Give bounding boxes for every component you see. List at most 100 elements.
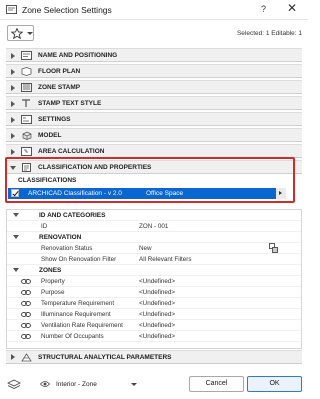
property-value[interactable]: <Undefined> [139, 333, 175, 340]
panel-label: ZONE STAMP [38, 84, 81, 91]
link-icon [21, 323, 31, 328]
ok-button[interactable]: OK [247, 376, 302, 392]
property-row[interactable]: Property <Undefined> [7, 276, 301, 287]
panel-structural-analytical[interactable]: STRUCTURAL ANALYTICAL PARAMETERS [6, 350, 302, 364]
selection-count: Selected: 1 Editable: 1 [236, 30, 302, 37]
property-group[interactable]: RENOVATION [7, 232, 301, 243]
text-style-icon [22, 99, 30, 107]
structural-icon [21, 353, 32, 362]
property-value[interactable]: <Undefined> [139, 289, 175, 296]
settings-icon [21, 115, 32, 124]
property-row[interactable]: Purpose <Undefined> [7, 287, 301, 298]
chevron-right-icon [11, 354, 15, 360]
property-row[interactable]: Ventilation Rate Requirement <Undefined> [7, 320, 301, 331]
classification-system: ARCHICAD Classification - v 2.0 [28, 190, 122, 197]
link-icon [21, 301, 31, 306]
area-calc-icon [21, 147, 32, 156]
panel-label: AREA CALCULATION [38, 148, 105, 155]
classification-row[interactable]: ARCHICAD Classification - v 2.0 Office S… [8, 188, 286, 199]
panel-label: FLOOR PLAN [38, 68, 81, 75]
chevron-right-icon [11, 53, 15, 59]
property-name: Purpose [41, 289, 65, 296]
zone-stamp-icon [21, 83, 32, 92]
property-value[interactable]: ZON - 001 [139, 223, 168, 230]
help-button[interactable]: ? [261, 4, 266, 14]
property-row[interactable]: Renovation Status New [7, 243, 301, 254]
chevron-down-icon [13, 213, 19, 217]
property-group[interactable]: ZONES [7, 265, 301, 276]
panel-label: MODEL [38, 132, 62, 139]
toolbar: Selected: 1 Editable: 1 [0, 20, 308, 46]
title-bar: Zone Selection Settings ? ✕ [0, 0, 308, 20]
chevron-right-icon [11, 101, 15, 107]
panel-label: STRUCTURAL ANALYTICAL PARAMETERS [38, 354, 172, 361]
window-title: Zone Selection Settings [22, 5, 112, 15]
property-name: Temperature Requirement [41, 300, 115, 307]
property-row[interactable]: Temperature Requirement <Undefined> [7, 298, 301, 309]
chevron-right-icon [11, 117, 15, 123]
panel-settings[interactable]: SETTINGS [6, 112, 302, 126]
property-name: Show On Renovation Filter [41, 256, 117, 263]
link-icon [21, 312, 31, 317]
cancel-button[interactable]: Cancel [189, 376, 244, 392]
renovation-icon[interactable] [269, 243, 278, 253]
panel-label: NAME AND POSITIONING [38, 52, 118, 59]
property-value[interactable]: New [139, 245, 152, 252]
property-row[interactable]: ID ZON - 001 [7, 221, 301, 232]
property-row[interactable]: Show On Renovation Filter All Relevant F… [7, 254, 301, 265]
panel-name-positioning[interactable]: NAME AND POSITIONING [6, 48, 302, 62]
chevron-down-icon [13, 268, 19, 272]
chevron-down-icon [27, 32, 33, 35]
eye-icon [40, 381, 50, 387]
property-value[interactable]: All Relevant Filters [139, 256, 192, 263]
property-name: Number Of Occupants [41, 333, 104, 340]
panel-model[interactable]: MODEL [6, 128, 302, 142]
classification-picker-button[interactable] [276, 188, 286, 199]
property-value[interactable]: <Undefined> [139, 311, 175, 318]
zone-app-icon [6, 5, 17, 14]
favorites-button[interactable] [7, 25, 34, 41]
panel-label: SETTINGS [38, 116, 71, 123]
property-value[interactable]: <Undefined> [139, 278, 175, 285]
property-value[interactable]: <Undefined> [139, 300, 175, 307]
close-button[interactable]: ✕ [287, 1, 297, 15]
chevron-down-icon [13, 235, 19, 239]
property-name: Illuminance Requirement [41, 311, 111, 318]
panel-zone-stamp[interactable]: ZONE STAMP [6, 80, 302, 94]
star-icon [11, 28, 23, 39]
property-row[interactable]: Illuminance Requirement <Undefined> [7, 309, 301, 320]
property-name: Renovation Status [41, 245, 93, 252]
layer-select[interactable]: Interior - Zone [56, 381, 97, 388]
dialog-footer: Interior - Zone Cancel OK [0, 370, 308, 399]
properties-list[interactable]: ID AND CATEGORIES ID ZON - 001 RENOVATIO… [6, 209, 302, 349]
link-icon [21, 290, 31, 295]
group-label: RENOVATION [39, 234, 82, 241]
property-row[interactable]: Number Of Occupants <Undefined> [7, 331, 301, 342]
panel-area-calculation[interactable]: AREA CALCULATION [6, 144, 302, 158]
property-value[interactable]: <Undefined> [139, 322, 175, 329]
chevron-right-icon [11, 85, 15, 91]
panel-floor-plan[interactable]: FLOOR PLAN [6, 64, 302, 78]
classification-checkbox[interactable] [11, 189, 19, 197]
chevron-right-icon [11, 69, 15, 75]
link-icon [21, 334, 31, 339]
panel-label: STAMP TEXT STYLE [38, 100, 102, 107]
classifications-header: CLASSIFICATIONS [10, 176, 294, 187]
property-name: ID [41, 223, 48, 230]
property-group[interactable]: ID AND CATEGORIES [7, 210, 301, 221]
model-icon [22, 131, 32, 140]
chevron-right-icon [11, 149, 15, 155]
chevron-down-icon[interactable] [131, 383, 137, 386]
floor-plan-icon [21, 67, 32, 76]
name-position-icon [21, 51, 32, 60]
panel-stamp-text-style[interactable]: STAMP TEXT STYLE [6, 96, 302, 110]
group-label: ID AND CATEGORIES [39, 212, 106, 219]
group-label: ZONES [39, 267, 62, 274]
classification-value[interactable]: Office Space [146, 190, 183, 197]
link-icon [21, 279, 31, 284]
property-name: Property [41, 278, 65, 285]
property-name: Ventilation Rate Requirement [41, 322, 123, 329]
classifications-label: CLASSIFICATIONS [18, 177, 77, 184]
chevron-right-icon [11, 133, 15, 139]
layers-icon[interactable] [7, 379, 21, 390]
